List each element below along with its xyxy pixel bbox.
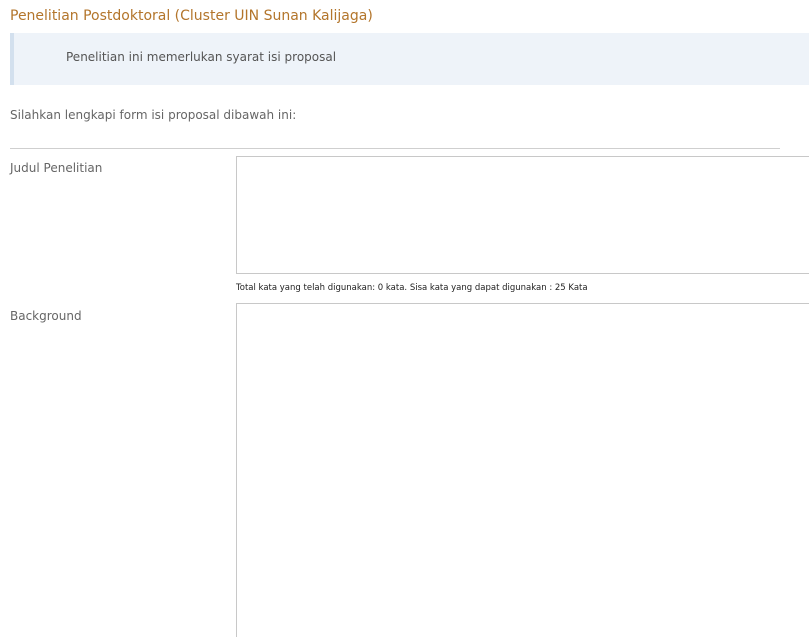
word-count-text: Total kata yang telah digunakan: 0 kata.… (236, 283, 588, 293)
judul-penelitian-textarea[interactable] (236, 156, 809, 274)
form-instruction: Silahkan lengkapi form isi proposal diba… (10, 108, 297, 122)
background-textarea[interactable] (236, 303, 809, 637)
section-divider (10, 148, 780, 149)
info-alert: Penelitian ini memerlukan syarat isi pro… (10, 33, 809, 85)
background-label: Background (10, 309, 82, 323)
page-title: Penelitian Postdoktoral (Cluster UIN Sun… (10, 8, 373, 24)
judul-penelitian-label: Judul Penelitian (10, 161, 103, 175)
proposal-form-page: Penelitian Postdoktoral (Cluster UIN Sun… (0, 0, 809, 637)
alert-message: Penelitian ini memerlukan syarat isi pro… (66, 50, 337, 64)
